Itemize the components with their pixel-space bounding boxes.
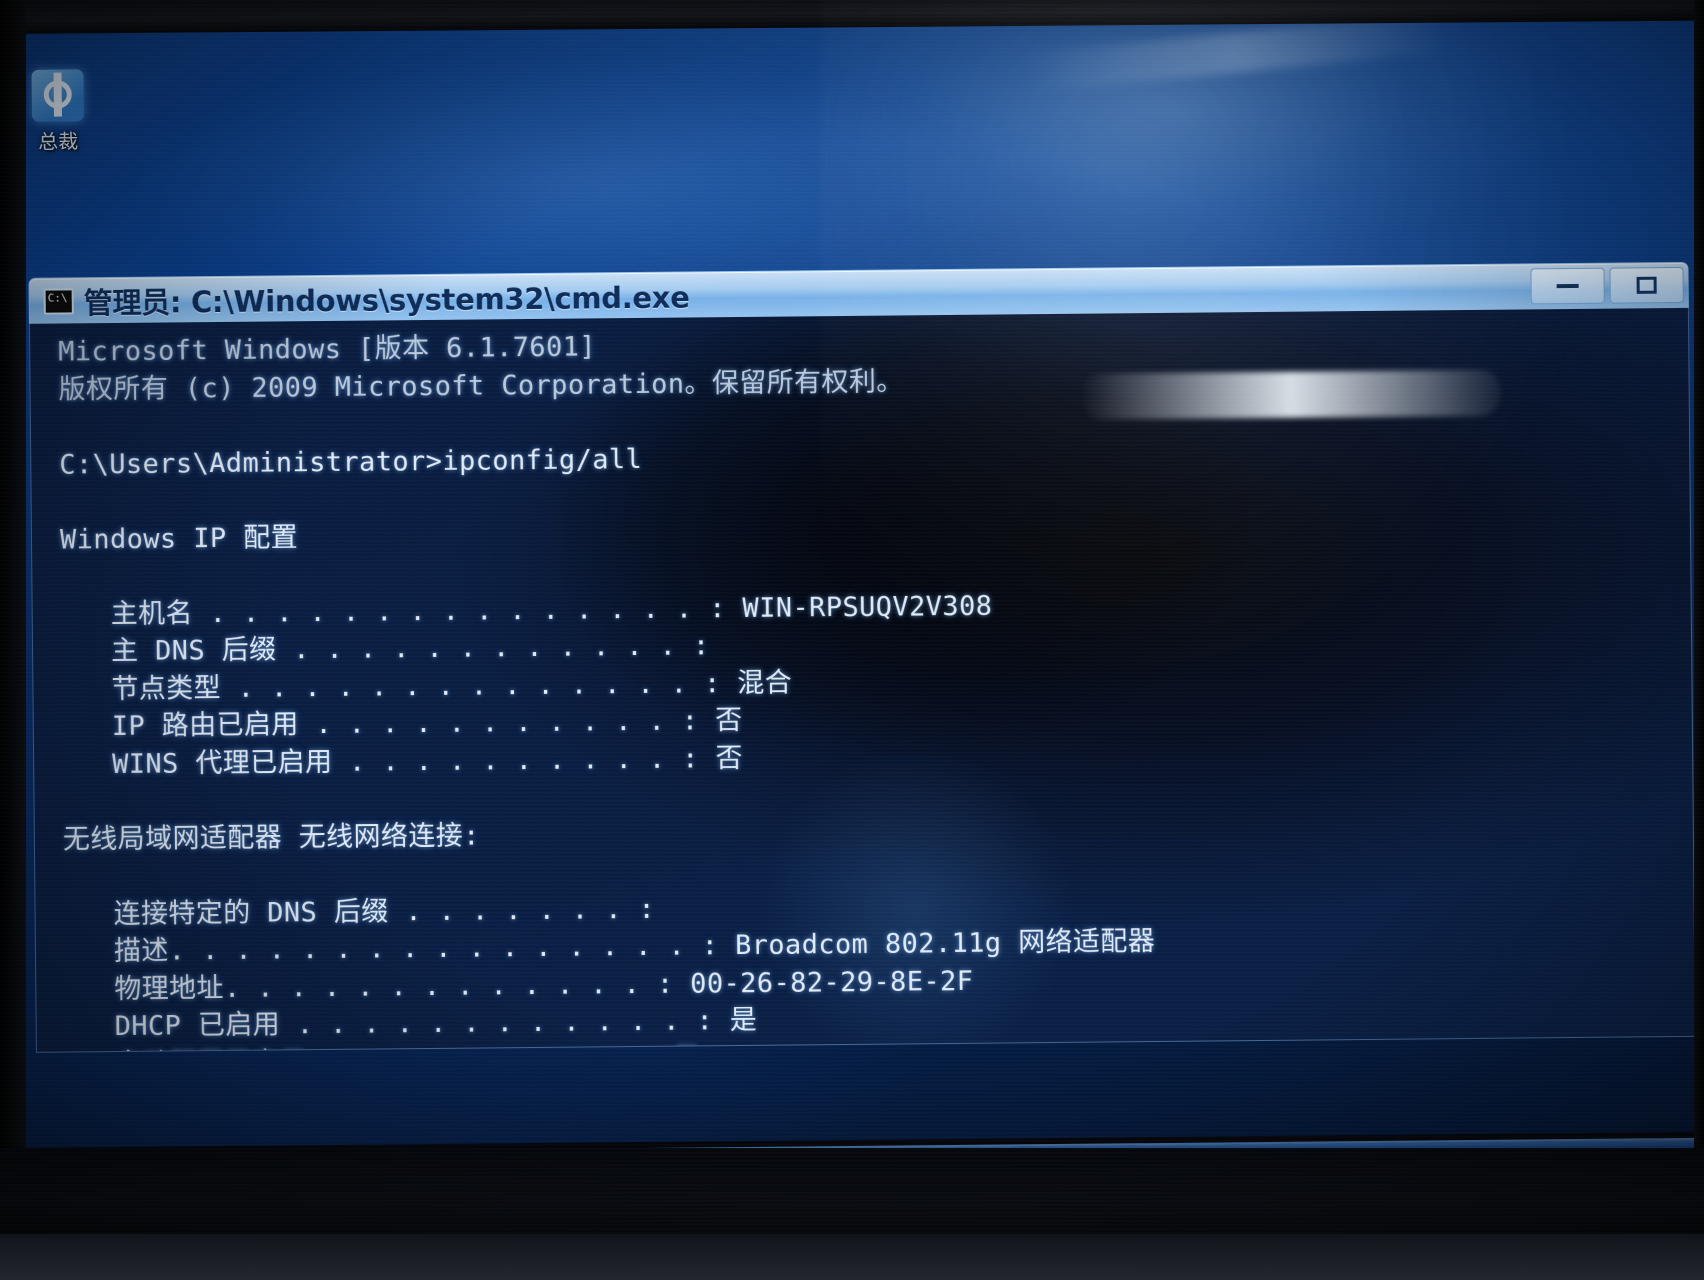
ipconfig-row-dots: . . . . . . . . . . . . : bbox=[279, 1005, 714, 1041]
monitor-photo: 总裁 管理员: C:\Windows\system32\cmd.exe Micr… bbox=[0, 0, 1704, 1280]
ipconfig-row-dots: . . . . . . . . . . . . : bbox=[276, 630, 710, 666]
ipconfig-row-value: Broadcom 802.11g 网络适配器 bbox=[718, 926, 1156, 962]
ipconfig-row-value: 否 bbox=[698, 742, 744, 774]
minimize-icon bbox=[1556, 283, 1579, 289]
ipconfig-row-label: IP 路由已启用 bbox=[61, 709, 299, 743]
minimize-button[interactable] bbox=[1530, 267, 1605, 305]
ipconfig-row-dots: . . . . . . . . . . . : bbox=[298, 705, 699, 741]
monitor-bezel-left bbox=[0, 0, 26, 1280]
ipconfig-row-value: 00-26-82-29-8E-2F bbox=[673, 965, 974, 1000]
ipconfig-row-dots: . . . . . . . : bbox=[388, 893, 656, 927]
ipconfig-row-dots: . . . . . . . . . . . . . . . . : bbox=[168, 930, 719, 967]
window-controls[interactable] bbox=[1530, 266, 1684, 305]
ipconfig-row-label: 节点类型 bbox=[61, 672, 222, 706]
monitor-bezel-right bbox=[1694, 0, 1704, 1280]
ipconfig-row-value: 混合 bbox=[720, 667, 793, 699]
cmd-icon bbox=[43, 287, 74, 315]
ipconfig-row-label: 自动配置已启用 bbox=[65, 1044, 307, 1053]
ipconfig-row-value: 否 bbox=[698, 704, 743, 737]
gear-icon bbox=[31, 69, 84, 122]
ipconfig-row-dots: . . . . . . . . . . . . . . : bbox=[220, 667, 721, 704]
desktop-screen: 总裁 管理员: C:\Windows\system32\cmd.exe Micr… bbox=[8, 1, 1704, 1148]
ipconfig-row-value: 是 bbox=[656, 1040, 701, 1053]
cmd-window[interactable]: 管理员: C:\Windows\system32\cmd.exe Microso… bbox=[28, 261, 1696, 1053]
maximize-button[interactable] bbox=[1609, 266, 1684, 304]
ipconfig-row-label: 主机名 bbox=[60, 597, 194, 631]
ipconfig-row-label: 描述 bbox=[63, 935, 169, 968]
ipconfig-row-dots: . . . . . . . . . . : bbox=[307, 1040, 657, 1052]
ipconfig-adapter-rows: 连接特定的 DNS 后缀 . . . . . . . : 描述. . . . .… bbox=[63, 880, 1695, 1052]
console-output[interactable]: Microsoft Windows [版本 6.1.7601] 版权所有 (c)… bbox=[28, 307, 1696, 1053]
ipconfig-row-value: 是 bbox=[713, 1004, 758, 1037]
desktop-icon-label: 总裁 bbox=[38, 129, 79, 154]
ipconfig-row-value: WIN-RPSUQV2V308 bbox=[725, 590, 993, 624]
window-title: 管理员: C:\Windows\system32\cmd.exe bbox=[83, 279, 690, 320]
ipconfig-row-label: 连接特定的 DNS 后缀 bbox=[63, 895, 389, 931]
ipconfig-row-dots: . . . . . . . . . . . . . . . : bbox=[192, 592, 727, 629]
ipconfig-row-label: DHCP 已启用 bbox=[64, 1009, 281, 1043]
ipconfig-row-label: 主 DNS 后缀 bbox=[60, 634, 277, 668]
ipconfig-row-label: WINS 代理已启用 bbox=[62, 746, 333, 781]
desktop-icon-settings[interactable]: 总裁 bbox=[14, 69, 101, 155]
desk-surface bbox=[0, 1234, 1704, 1280]
ipconfig-row-dots: . . . . . . . . . . : bbox=[332, 742, 699, 778]
ipconfig-row-label: 物理地址 bbox=[64, 972, 225, 1006]
ipconfig-row-dots: . . . . . . . . . . . . . : bbox=[223, 968, 674, 1004]
maximize-icon bbox=[1636, 276, 1657, 294]
ipconfig-global-rows: 主机名 . . . . . . . . . . . . . . . : WIN-… bbox=[61, 580, 1693, 783]
